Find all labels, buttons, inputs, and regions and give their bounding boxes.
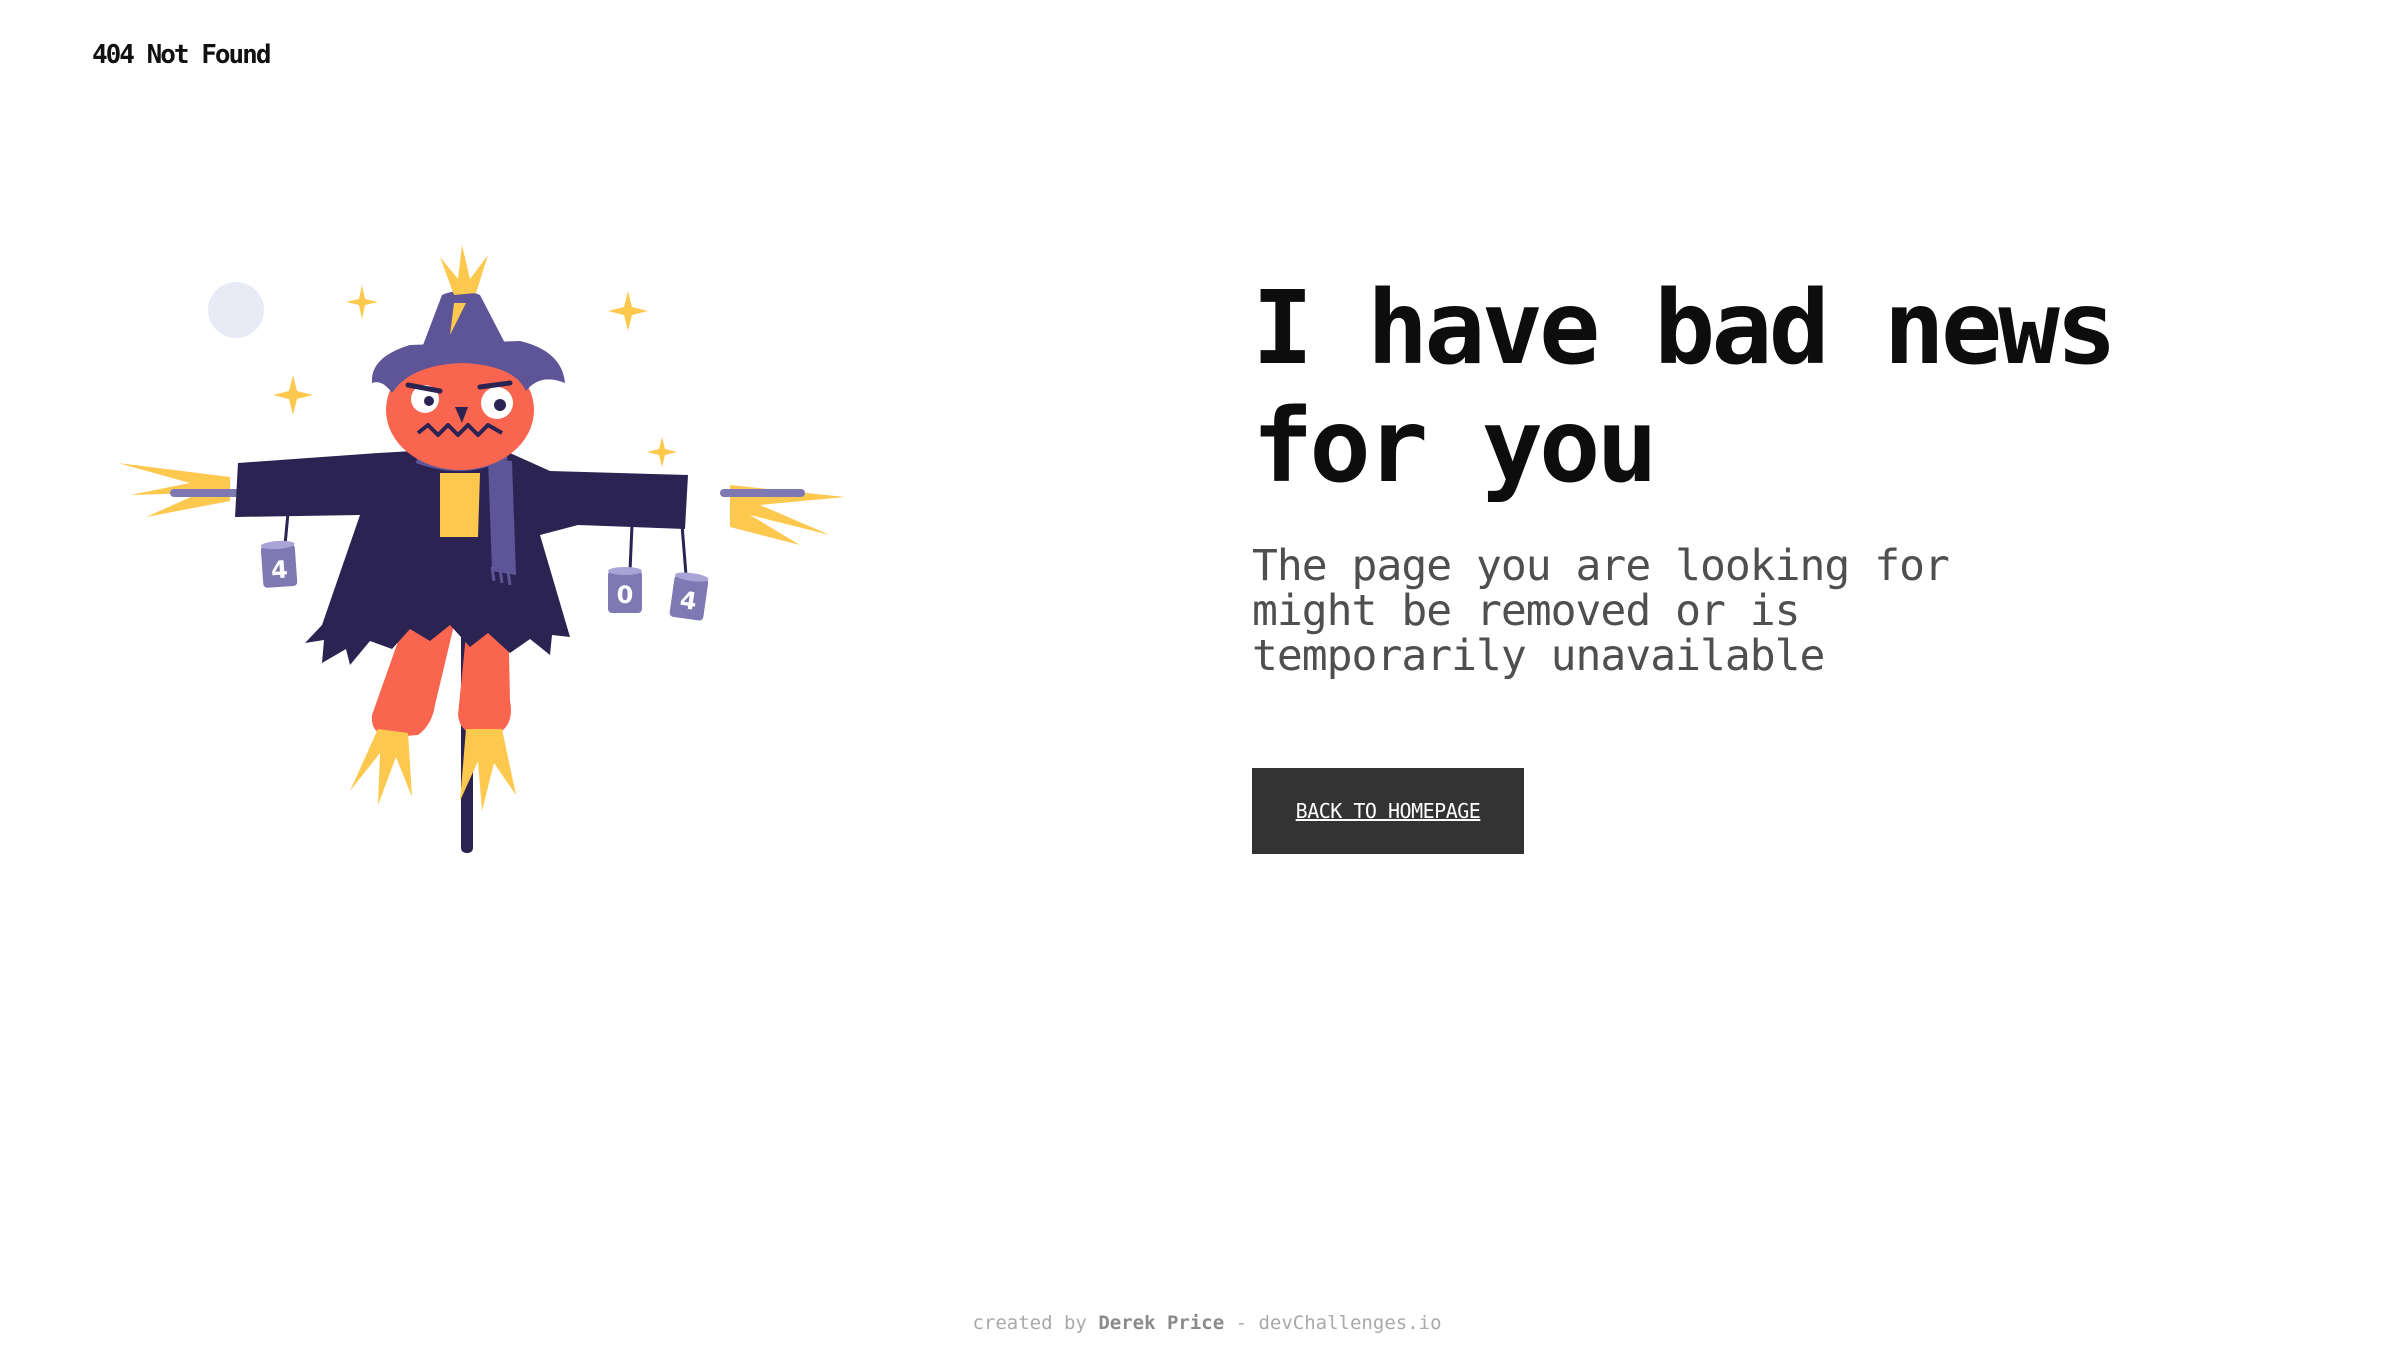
can-right: 4 [669,572,709,621]
can-label: 4 [270,555,289,584]
hat-crown [420,291,508,353]
shirt [440,473,480,537]
moon-icon [208,282,264,338]
back-to-homepage-button[interactable]: BACK TO HOMEPAGE [1252,768,1524,854]
not-found-page: 404 Not Found 4 0 4 I have bad news for … [0,0,2400,1350]
description-line: temporarily unavailable [1252,631,1825,681]
hat-straw [440,245,488,295]
page-description: The page you are looking for might be re… [1252,544,2012,679]
message-block: I have bad news for you The page you are… [1252,270,2252,679]
left-foot-straw [350,729,412,805]
footer-prefix: created by [972,1312,1099,1334]
sparkle-icon [346,285,378,319]
logo: 404 Not Found [92,40,271,70]
can-label: 0 [617,581,634,609]
footer-site-link[interactable]: devChallenges.io [1258,1312,1441,1334]
can-middle: 0 [608,567,642,613]
sparkle-icon [647,437,677,467]
can-left: 4 [260,540,298,588]
sparkle-icon [608,291,648,331]
footer-author-link[interactable]: Derek Price [1098,1312,1224,1334]
headline-line: for you [1252,387,1658,506]
page-title: I have bad news for you [1252,270,2252,506]
footer-separator: - [1224,1312,1259,1334]
description-line: The page you are looking for [1252,541,1950,591]
footer: created by Derek Price - devChallenges.i… [0,1312,2400,1334]
scarecrow-illustration: 4 0 4 [118,245,845,853]
headline-line: I have bad news [1252,269,2117,388]
sparkle-icon [273,375,313,415]
description-line: might be removed or is [1252,586,1801,636]
